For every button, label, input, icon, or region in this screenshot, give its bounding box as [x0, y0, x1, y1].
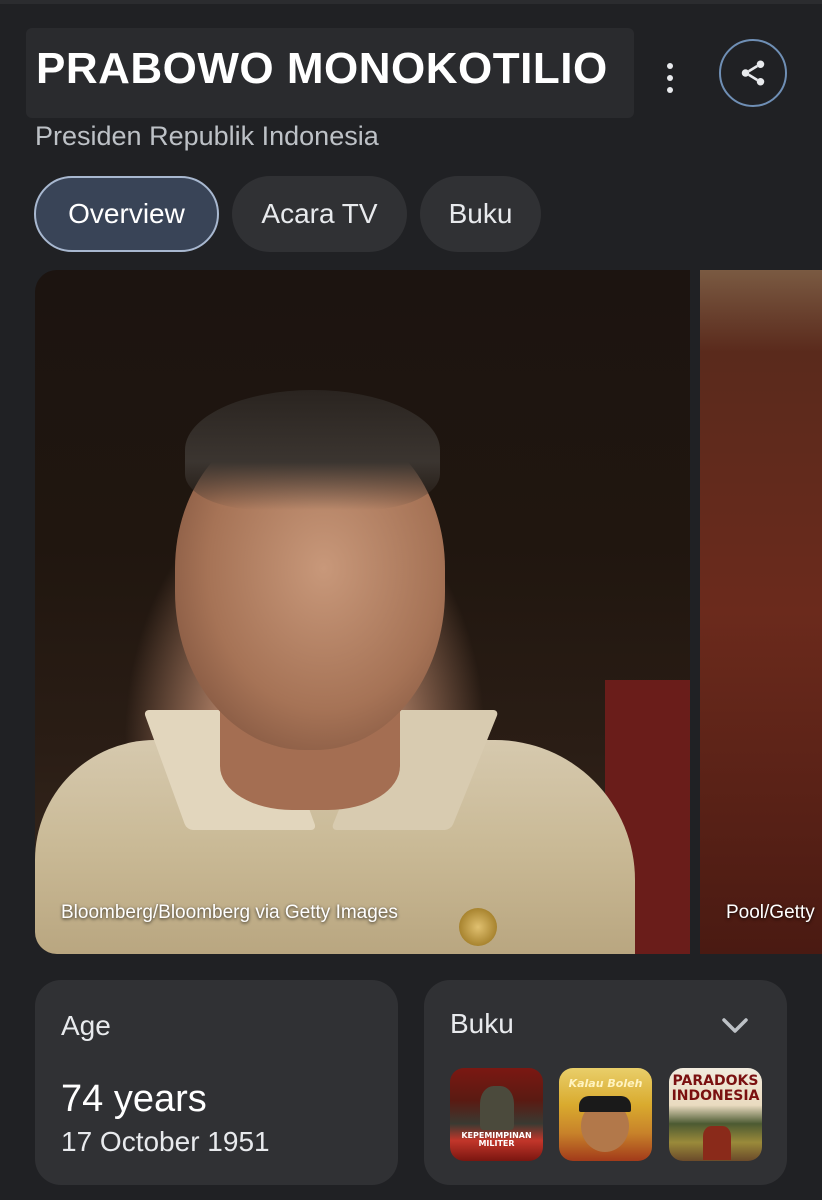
- book-cover[interactable]: KEPEMIMPINAN MILITER: [450, 1068, 543, 1161]
- tab-acara-tv[interactable]: Acara TV: [232, 176, 407, 252]
- top-divider: [0, 0, 822, 4]
- buku-label: Buku: [450, 1008, 514, 1039]
- main-photo[interactable]: Bloomberg/Bloomberg via Getty Images: [35, 270, 690, 954]
- book-cover[interactable]: Kalau Boleh: [559, 1068, 652, 1161]
- cover-art: [703, 1126, 731, 1160]
- tab-overview[interactable]: Overview: [34, 176, 219, 252]
- more-options-icon[interactable]: [654, 56, 686, 100]
- share-button[interactable]: [719, 39, 787, 107]
- page-title: PRABOWO MONOKOTILIO: [36, 44, 608, 93]
- cover-art: [480, 1086, 514, 1130]
- image-credit: Pool/Getty: [726, 902, 815, 923]
- secondary-photo[interactable]: Pool/Getty: [700, 270, 822, 954]
- age-label: Age: [61, 1010, 111, 1041]
- tab-buku[interactable]: Buku: [420, 176, 541, 252]
- book-cover[interactable]: PARADOKS INDONESIA: [669, 1068, 762, 1161]
- photo-hair: [185, 390, 440, 510]
- age-card[interactable]: Age 74 years 17 October 1951: [35, 980, 398, 1185]
- chevron-down-icon[interactable]: [720, 1014, 750, 1038]
- book-cover-title: Kalau Boleh: [568, 1077, 643, 1090]
- birth-date: 17 October 1951: [61, 1126, 270, 1157]
- share-icon: [741, 60, 765, 86]
- book-cover-title: KEPEMIMPINAN MILITER: [461, 1131, 532, 1149]
- emblem-pin: [459, 908, 497, 946]
- cover-art: [579, 1096, 631, 1112]
- buku-card[interactable]: Buku KEPEMIMPINAN MILITER Kalau Boleh PA…: [424, 980, 787, 1185]
- book-cover-title: PARADOKS INDONESIA: [671, 1073, 760, 1104]
- age-value: 74 years: [61, 1078, 207, 1120]
- image-credit: Bloomberg/Bloomberg via Getty Images: [61, 902, 398, 923]
- subtitle: Presiden Republik Indonesia: [35, 121, 379, 151]
